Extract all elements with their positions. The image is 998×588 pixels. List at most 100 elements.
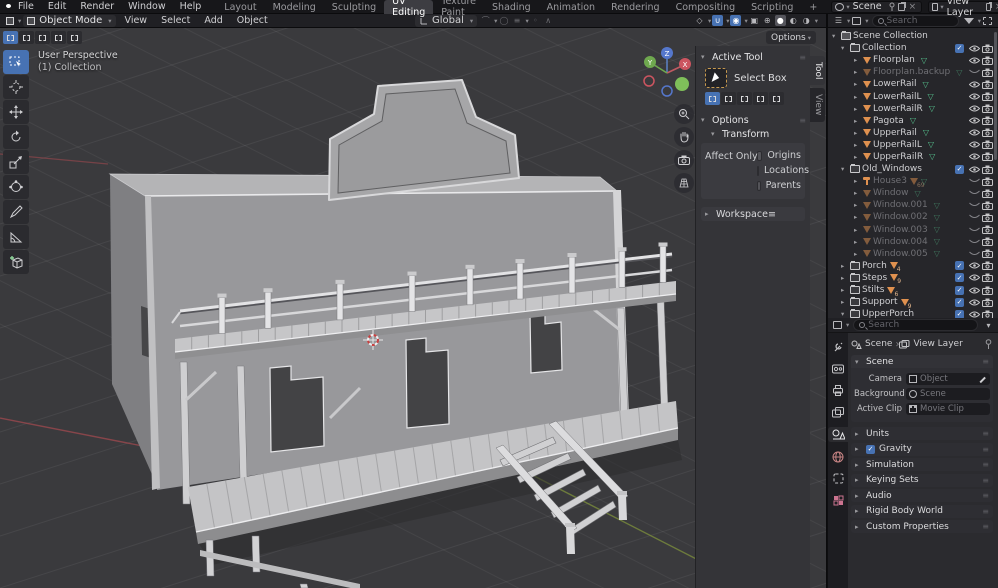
options-panel-header[interactable]: ▾Options≡ [701, 113, 805, 127]
collapsed-panel[interactable]: ▸ Rigid Body World ≡ [851, 505, 993, 518]
expand-arrow-icon[interactable]: ▸ [854, 93, 861, 101]
outliner-row[interactable]: ▾ Collection ✓ [828, 42, 998, 54]
expand-arrow-icon[interactable]: ▾ [832, 32, 839, 40]
hide-eye-icon[interactable] [968, 93, 981, 100]
render-camera-icon[interactable] [981, 286, 994, 295]
expand-arrow-icon[interactable]: ▸ [854, 141, 861, 149]
scene-selector[interactable]: ▾ Scene × [831, 1, 922, 13]
select-new-button[interactable] [3, 31, 18, 44]
hide-eye-icon[interactable] [968, 117, 981, 124]
workspace-panel-header[interactable]: ▸Workspace≡ [701, 207, 805, 221]
render-camera-icon[interactable] [981, 165, 994, 174]
expand-arrow-icon[interactable]: ▾ [841, 310, 848, 318]
select-intersect-button[interactable] [67, 31, 82, 44]
menu-item[interactable]: Render [73, 1, 121, 12]
render-camera-icon[interactable] [981, 213, 994, 222]
hidden-eye-icon[interactable] [968, 190, 981, 196]
outliner-row[interactable]: ▸ Steps 9 ✓ [828, 272, 998, 284]
tab-object[interactable] [828, 471, 848, 486]
expand-arrow-icon[interactable]: ▸ [854, 129, 861, 137]
render-camera-icon[interactable] [981, 201, 994, 210]
solid-shading-icon[interactable]: ● [775, 15, 786, 26]
axis-neg-x-ball[interactable] [644, 76, 654, 86]
outliner-row[interactable]: ▾ Scene Collection [828, 30, 998, 42]
hide-eye-icon[interactable] [968, 57, 981, 64]
navigation-gizmo[interactable]: Z X Y [638, 42, 696, 100]
outliner-search-input[interactable] [887, 16, 945, 26]
falloff-icon[interactable]: ≡ [511, 15, 522, 26]
outliner-row[interactable]: ▸ Floorplan.backup ▽ [828, 66, 998, 78]
transform-subpanel-header[interactable]: ▾Transform [701, 127, 805, 141]
select-subtract-button[interactable] [737, 92, 752, 105]
exclude-checkbox[interactable]: ✓ [955, 310, 964, 318]
hide-eye-icon[interactable] [968, 45, 981, 52]
outliner-row[interactable]: ▸ Pagota ▽ [828, 115, 998, 127]
hidden-eye-icon[interactable] [968, 69, 981, 75]
hidden-eye-icon[interactable] [968, 251, 981, 257]
expand-arrow-icon[interactable]: ▸ [854, 80, 861, 88]
workspace-tab[interactable]: Compositing [668, 0, 744, 14]
tab-view-layer[interactable] [828, 405, 848, 420]
hide-eye-icon[interactable] [968, 153, 981, 160]
expand-arrow-icon[interactable]: ▸ [854, 226, 861, 234]
render-camera-icon[interactable] [981, 44, 994, 53]
expand-arrow-icon[interactable]: ▸ [854, 177, 861, 185]
sidebar-tab[interactable]: View [810, 88, 825, 121]
tab-scene[interactable] [828, 427, 848, 442]
scale-tool[interactable] [3, 150, 29, 174]
menu-item[interactable]: Help [173, 1, 209, 12]
rendered-shading-icon[interactable]: ◑ [801, 15, 812, 26]
select-extend-button[interactable] [721, 92, 736, 105]
expand-arrow-icon[interactable]: ▸ [854, 201, 861, 209]
hide-eye-icon[interactable] [968, 274, 981, 281]
exclude-checkbox[interactable]: ✓ [955, 165, 964, 174]
expand-arrow-icon[interactable]: ▸ [854, 250, 861, 258]
building-model[interactable] [110, 80, 682, 588]
checkbox-icon[interactable] [757, 181, 761, 191]
collapsed-panel[interactable]: ▸ Keying Sets ≡ [851, 474, 993, 487]
expand-arrow-icon[interactable]: ▸ [854, 213, 861, 221]
measure-tool[interactable] [3, 225, 29, 249]
move-tool[interactable] [3, 100, 29, 124]
outliner-row[interactable]: ▸ Support 9 ✓ [828, 296, 998, 308]
hide-eye-icon[interactable] [968, 262, 981, 269]
workspace-tab[interactable]: Rendering [603, 0, 668, 14]
filter-icon[interactable] [964, 18, 974, 24]
property-value-field[interactable]: Scene [906, 388, 990, 400]
hide-eye-icon[interactable] [968, 105, 981, 112]
expand-arrow-icon[interactable]: ▸ [854, 117, 861, 125]
breadcrumb-scene[interactable]: Scene [865, 339, 892, 349]
rotate-tool[interactable] [3, 125, 29, 149]
annotate-tool[interactable] [3, 200, 29, 224]
render-camera-icon[interactable] [981, 273, 994, 282]
workspace-tab[interactable]: Scripting [743, 0, 801, 14]
affect-checkbox-row[interactable]: Locations [757, 163, 801, 178]
render-camera-icon[interactable] [981, 80, 994, 89]
property-value-field[interactable]: Object [906, 373, 990, 385]
new-scene-icon[interactable] [898, 3, 905, 11]
collapsed-panel[interactable]: ▸ Audio ≡ [851, 489, 993, 502]
hidden-eye-icon[interactable] [968, 239, 981, 245]
outliner-row[interactable]: ▸ Porch 4 ✓ [828, 260, 998, 272]
display-mode-icon[interactable] [851, 15, 862, 26]
view-layer-selector[interactable]: ▾ View Layer × [928, 1, 998, 13]
expand-arrow-icon[interactable]: ▸ [854, 56, 861, 64]
render-camera-icon[interactable] [981, 92, 994, 101]
outliner-row[interactable]: ▸ UpperRailR ▽ [828, 151, 998, 163]
outliner-row[interactable]: ▸ Stilts 6 ✓ [828, 284, 998, 296]
outliner-row[interactable]: ▸ Window.004 ▽ [828, 236, 998, 248]
menu-item[interactable]: Window [121, 1, 172, 12]
render-camera-icon[interactable] [981, 177, 994, 186]
properties-search[interactable] [853, 319, 978, 331]
outliner-row[interactable]: ▸ UpperRailL ▽ [828, 139, 998, 151]
outliner-row[interactable]: ▸ LowerRailR ▽ [828, 103, 998, 115]
tab-output[interactable] [828, 383, 848, 398]
select-intersect-button[interactable] [769, 92, 784, 105]
perspective-toggle-icon[interactable] [674, 173, 694, 193]
snap-icon[interactable]: ∪ [712, 15, 723, 26]
collapsed-panel[interactable]: ▸ ✓ Gravity ≡ [851, 443, 993, 456]
select-extend-button[interactable] [19, 31, 34, 44]
select-invert-button[interactable] [51, 31, 66, 44]
close-icon[interactable]: × [907, 2, 919, 12]
hide-eye-icon[interactable] [968, 141, 981, 148]
